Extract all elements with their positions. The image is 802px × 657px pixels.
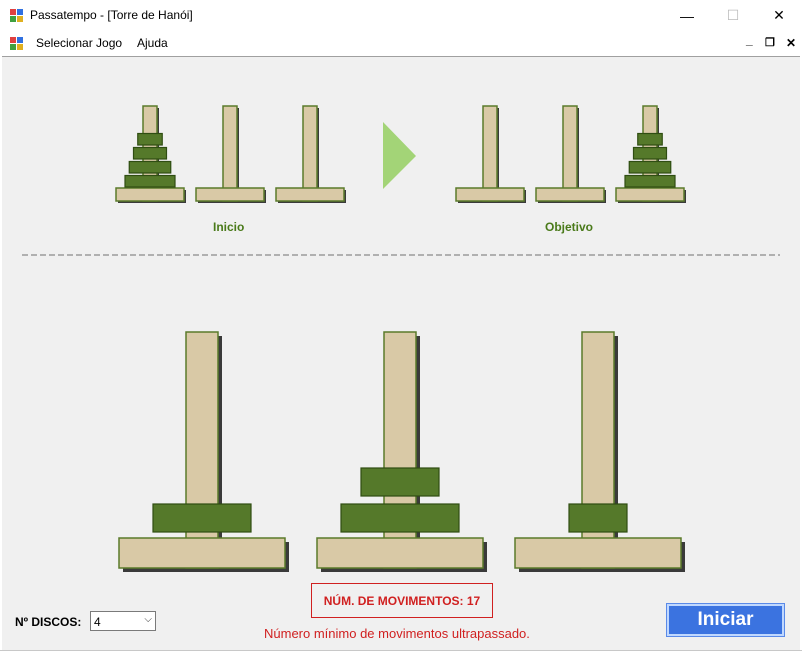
goal-caption: Objetivo: [545, 220, 594, 234]
disk: [624, 174, 676, 188]
disk: [128, 160, 172, 174]
peg-post: [482, 105, 498, 202]
peg-base: [118, 537, 286, 569]
disk: [568, 503, 628, 533]
peg-base: [535, 187, 605, 202]
peg-post: [562, 105, 578, 202]
start-button[interactable]: Iniciar: [666, 603, 785, 637]
chevron-down-icon: ⌵: [144, 614, 152, 625]
disk: [132, 146, 168, 160]
peg-base: [115, 187, 185, 202]
arrow-right-icon: [383, 122, 416, 189]
peg-post: [302, 105, 318, 202]
peg-base: [195, 187, 265, 202]
discs-select-value: 4: [94, 615, 101, 629]
peg-base: [514, 537, 682, 569]
disk: [632, 146, 668, 160]
discs-label: Nº DISCOS:: [15, 615, 82, 629]
preview-goal-towers: [455, 105, 686, 203]
warning-message: Número mínimo de movimentos ultrapassado…: [264, 626, 530, 641]
peg-post: [222, 105, 238, 202]
game-board: [118, 331, 685, 572]
preview-start-towers: [115, 105, 346, 203]
start-button-label: Iniciar: [697, 609, 754, 630]
peg-base: [455, 187, 525, 202]
disk: [628, 160, 672, 174]
moves-counter: NÚM. DE MOVIMENTOS: 17: [311, 583, 493, 618]
disk: [152, 503, 252, 533]
disk: [340, 503, 460, 533]
disk: [124, 174, 176, 188]
disk: [360, 467, 440, 497]
discs-select[interactable]: 4 ⌵: [90, 611, 156, 631]
peg-base: [275, 187, 345, 202]
hanoi-graphics: [22, 105, 780, 572]
peg-base: [615, 187, 685, 202]
disk: [637, 132, 663, 146]
disk: [137, 132, 163, 146]
peg-base: [316, 537, 484, 569]
moves-counter-text: NÚM. DE MOVIMENTOS: 17: [323, 593, 481, 608]
start-caption: Inicio: [213, 220, 245, 234]
